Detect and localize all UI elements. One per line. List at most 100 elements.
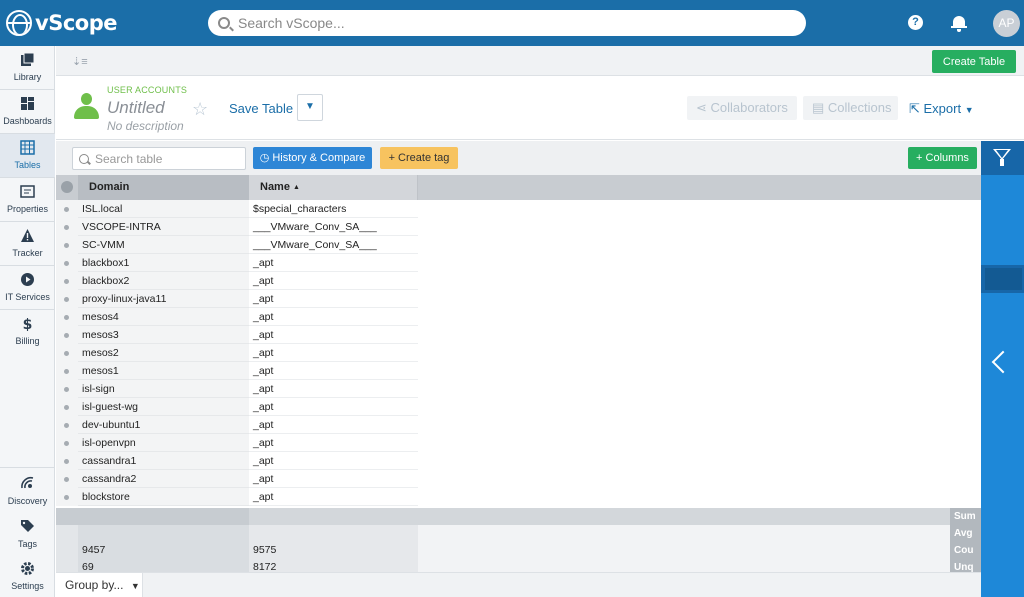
help-icon[interactable]: ? bbox=[908, 15, 923, 30]
cell-name[interactable]: _apt bbox=[249, 254, 418, 272]
row-select[interactable] bbox=[56, 470, 78, 488]
cell-domain[interactable]: isl-guest-wg bbox=[78, 398, 249, 416]
row-select[interactable] bbox=[56, 434, 78, 452]
cell-name[interactable]: _apt bbox=[249, 488, 418, 506]
row-select[interactable] bbox=[56, 452, 78, 470]
table-row[interactable]: mesos3 _apt bbox=[56, 326, 418, 344]
cell-name[interactable]: _apt bbox=[249, 398, 418, 416]
cell-name[interactable]: _apt bbox=[249, 308, 418, 326]
nav-item-library[interactable]: Library bbox=[0, 46, 55, 89]
table-row[interactable]: SC-VMM ___VMware_Conv_SA___ bbox=[56, 236, 418, 254]
row-select[interactable] bbox=[56, 380, 78, 398]
select-all-toggle[interactable] bbox=[56, 175, 78, 200]
row-select[interactable] bbox=[56, 218, 78, 236]
cell-domain[interactable]: mesos2 bbox=[78, 344, 249, 362]
cell-domain[interactable]: mesos3 bbox=[78, 326, 249, 344]
table-row[interactable]: dev-ubuntu1 _apt bbox=[56, 416, 418, 434]
star-icon[interactable]: ☆ bbox=[192, 99, 208, 120]
table-row[interactable]: mesos2 _apt bbox=[56, 344, 418, 362]
row-select[interactable] bbox=[56, 236, 78, 254]
vscope-logo[interactable]: vScope bbox=[6, 9, 117, 37]
cell-domain[interactable]: VSCOPE-INTRA bbox=[78, 218, 249, 236]
cell-domain[interactable]: mesos4 bbox=[78, 308, 249, 326]
history-compare-button[interactable]: ◷ History & Compare bbox=[253, 147, 372, 169]
table-search[interactable] bbox=[72, 147, 246, 170]
cell-domain[interactable]: cassandra1 bbox=[78, 452, 249, 470]
cell-domain[interactable]: mesos1 bbox=[78, 362, 249, 380]
row-select[interactable] bbox=[56, 488, 78, 506]
cell-name[interactable]: _apt bbox=[249, 416, 418, 434]
cell-domain[interactable]: cassandra2 bbox=[78, 470, 249, 488]
table-row[interactable]: mesos4 _apt bbox=[56, 308, 418, 326]
nav-item-it-services[interactable]: IT Services bbox=[0, 266, 55, 309]
cell-name[interactable]: ___VMware_Conv_SA___ bbox=[249, 236, 418, 254]
cell-domain[interactable]: blockstore bbox=[78, 488, 249, 506]
table-row[interactable]: proxy-linux-java11 _apt bbox=[56, 290, 418, 308]
table-row[interactable]: ISL.local $special_characters bbox=[56, 200, 418, 218]
cell-domain[interactable]: isl-sign bbox=[78, 380, 249, 398]
cell-name[interactable]: _apt bbox=[249, 434, 418, 452]
collaborators-button[interactable]: ⋖ Collaborators bbox=[687, 96, 797, 120]
row-select[interactable] bbox=[56, 254, 78, 272]
row-select[interactable] bbox=[56, 344, 78, 362]
nav-item-tables[interactable]: Tables bbox=[0, 134, 55, 177]
row-select[interactable] bbox=[56, 362, 78, 380]
table-row[interactable]: mesos1 _apt bbox=[56, 362, 418, 380]
nav-item-tags[interactable]: Tags bbox=[0, 513, 55, 556]
table-row[interactable]: blockstore _apt bbox=[56, 488, 418, 506]
table-row[interactable]: VSCOPE-INTRA ___VMware_Conv_SA___ bbox=[56, 218, 418, 236]
filter-toggle[interactable] bbox=[981, 141, 1024, 175]
table-row[interactable]: cassandra2 _apt bbox=[56, 470, 418, 488]
row-select[interactable] bbox=[56, 308, 78, 326]
column-header-name[interactable]: Name ▲ bbox=[249, 175, 418, 200]
global-search[interactable] bbox=[208, 10, 806, 36]
table-row[interactable]: blackbox1 _apt bbox=[56, 254, 418, 272]
nav-item-dashboards[interactable]: Dashboards bbox=[0, 90, 55, 133]
cell-name[interactable]: _apt bbox=[249, 452, 418, 470]
create-tag-button[interactable]: + Create tag bbox=[380, 147, 458, 169]
table-description[interactable]: No description bbox=[107, 119, 184, 133]
cell-name[interactable]: _apt bbox=[249, 326, 418, 344]
cell-domain[interactable]: proxy-linux-java11 bbox=[78, 290, 249, 308]
cell-name[interactable]: _apt bbox=[249, 290, 418, 308]
cell-name[interactable]: _apt bbox=[249, 272, 418, 290]
export-button[interactable]: ⇱ Export ▼ bbox=[909, 101, 974, 117]
cell-name[interactable]: _apt bbox=[249, 470, 418, 488]
table-title[interactable]: Untitled bbox=[107, 98, 165, 118]
cell-name[interactable]: ___VMware_Conv_SA___ bbox=[249, 218, 418, 236]
cell-domain[interactable]: blackbox2 bbox=[78, 272, 249, 290]
table-row[interactable]: blackbox2 _apt bbox=[56, 272, 418, 290]
table-row[interactable]: isl-openvpn _apt bbox=[56, 434, 418, 452]
collections-button[interactable]: ▤ Collections bbox=[803, 96, 898, 120]
cell-domain[interactable]: blackbox1 bbox=[78, 254, 249, 272]
nav-item-tracker[interactable]: Tracker bbox=[0, 222, 55, 265]
row-select[interactable] bbox=[56, 326, 78, 344]
row-select[interactable] bbox=[56, 272, 78, 290]
chevron-left-icon[interactable] bbox=[991, 350, 1015, 374]
nav-item-billing[interactable]: $ Billing bbox=[0, 310, 55, 353]
cell-domain[interactable]: SC-VMM bbox=[78, 236, 249, 254]
row-select[interactable] bbox=[56, 200, 78, 218]
cell-domain[interactable]: dev-ubuntu1 bbox=[78, 416, 249, 434]
group-by-select[interactable]: Group by... ▼ bbox=[56, 573, 143, 597]
table-row[interactable]: isl-sign _apt bbox=[56, 380, 418, 398]
nav-item-discovery[interactable]: Discovery bbox=[0, 470, 55, 513]
global-search-input[interactable] bbox=[238, 15, 778, 31]
table-row[interactable]: isl-guest-wg _apt bbox=[56, 398, 418, 416]
column-header-domain[interactable]: Domain bbox=[78, 175, 249, 200]
columns-button[interactable]: + Columns bbox=[908, 147, 977, 169]
cell-name[interactable]: _apt bbox=[249, 380, 418, 398]
save-options-dropdown[interactable]: ▼ bbox=[297, 94, 323, 121]
save-table-button[interactable]: Save Table bbox=[229, 101, 293, 116]
cell-name[interactable]: _apt bbox=[249, 344, 418, 362]
row-select[interactable] bbox=[56, 290, 78, 308]
create-table-button[interactable]: Create Table bbox=[932, 50, 1016, 73]
cell-domain[interactable]: isl-openvpn bbox=[78, 434, 249, 452]
cell-name[interactable]: _apt bbox=[249, 362, 418, 380]
nav-item-properties[interactable]: Properties bbox=[0, 178, 55, 221]
cell-domain[interactable]: ISL.local bbox=[78, 200, 249, 218]
cell-name[interactable]: $special_characters bbox=[249, 200, 418, 218]
nav-item-settings[interactable]: Settings bbox=[0, 555, 55, 597]
row-select[interactable] bbox=[56, 398, 78, 416]
bell-icon[interactable] bbox=[950, 14, 968, 32]
